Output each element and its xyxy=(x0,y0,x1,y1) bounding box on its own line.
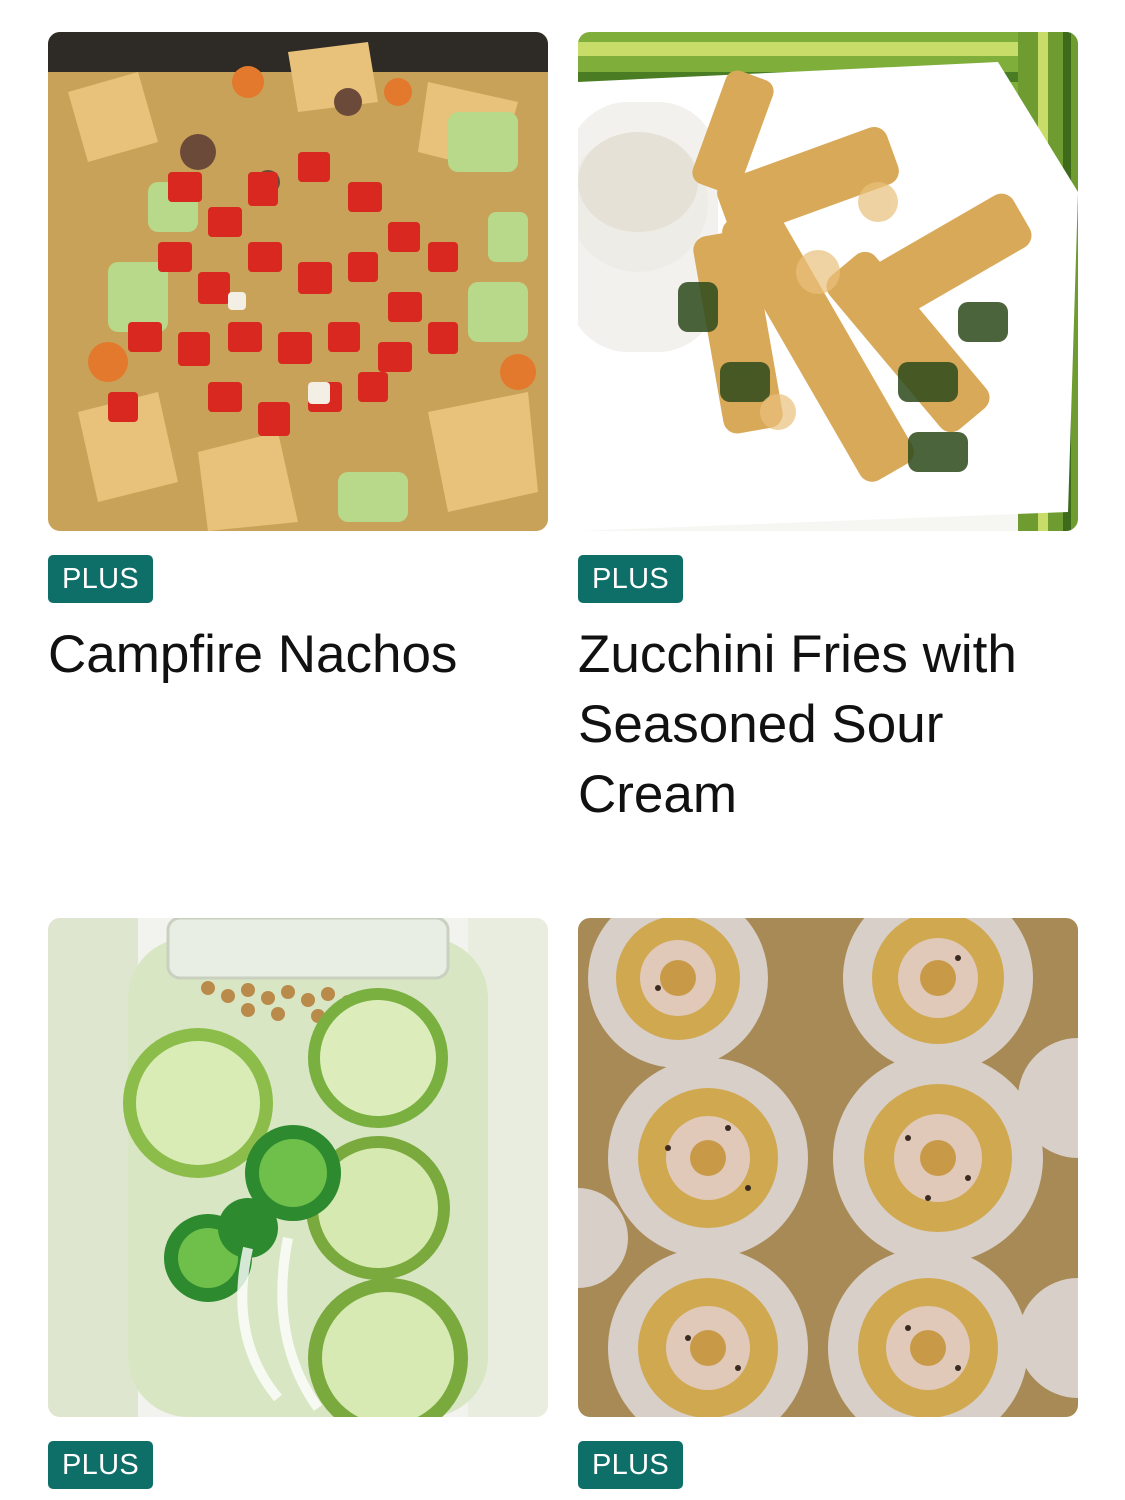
recipe-image[interactable] xyxy=(578,918,1078,1417)
plus-badge: PLUS xyxy=(578,555,683,603)
recipe-image[interactable] xyxy=(48,918,548,1417)
pickles-photo-icon xyxy=(48,918,548,1417)
recipe-grid: PLUS Campfire Nachos PLUS Zucchini Fries… xyxy=(0,0,1125,1500)
recipe-title[interactable]: Campfire Nachos xyxy=(48,620,518,690)
recipe-card-zucchini-fries[interactable]: PLUS Zucchini Fries with Seasoned Sour C… xyxy=(578,32,1078,824)
zucchini-fries-photo-icon xyxy=(578,32,1078,531)
recipe-card-pickles[interactable]: PLUS xyxy=(48,918,548,1489)
recipe-card-campfire-nachos[interactable]: PLUS Campfire Nachos xyxy=(48,32,548,684)
nachos-photo-icon xyxy=(48,32,548,531)
recipe-card-pinwheels[interactable]: PLUS xyxy=(578,918,1078,1489)
plus-badge: PLUS xyxy=(48,555,153,603)
recipe-image[interactable] xyxy=(48,32,548,531)
pinwheels-photo-icon xyxy=(578,918,1078,1417)
plus-badge: PLUS xyxy=(48,1441,153,1489)
recipe-image[interactable] xyxy=(578,32,1078,531)
plus-badge: PLUS xyxy=(578,1441,683,1489)
recipe-title[interactable]: Zucchini Fries with Seasoned Sour Cream xyxy=(578,620,1048,830)
